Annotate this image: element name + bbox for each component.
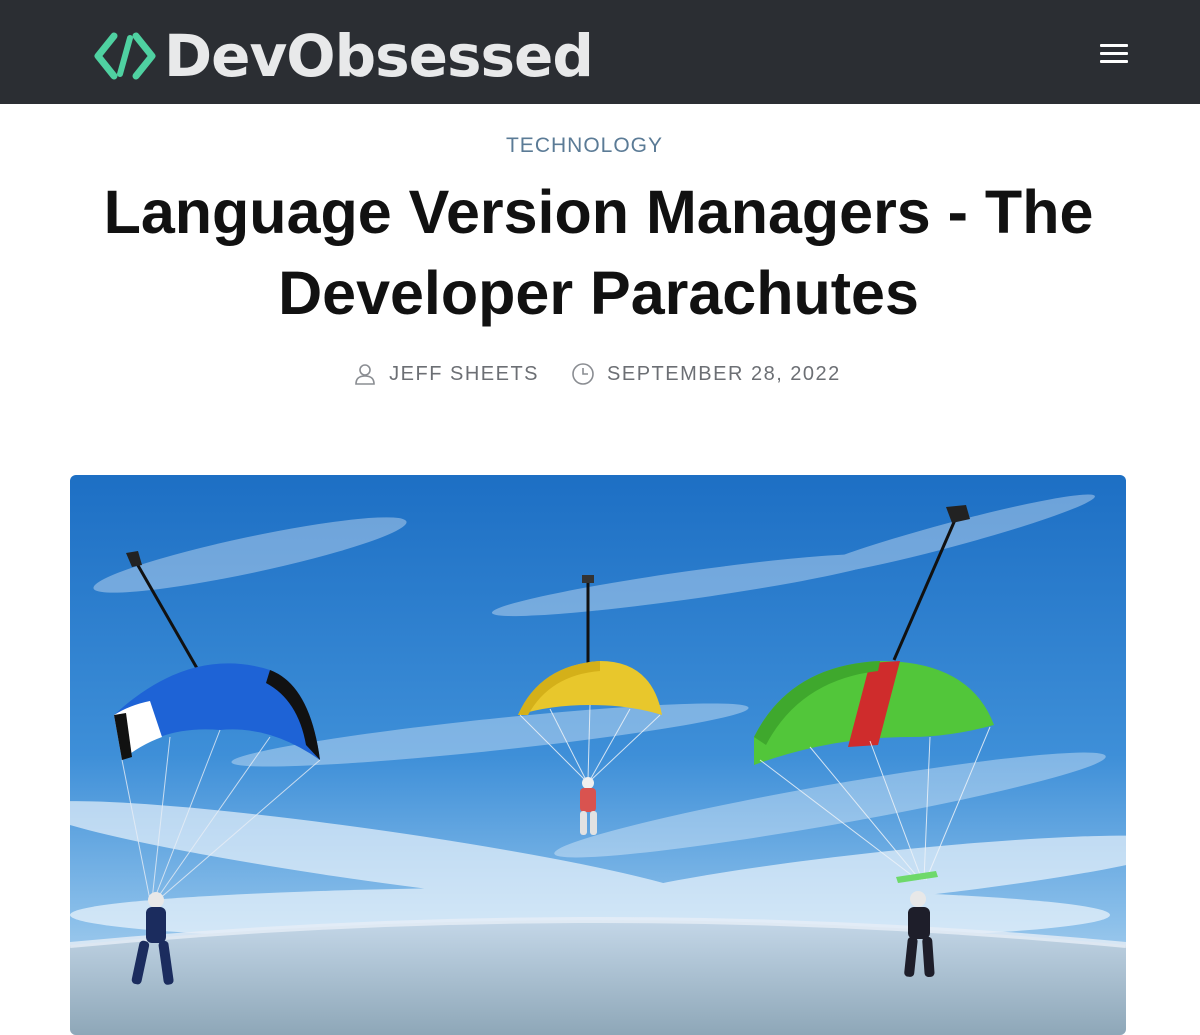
author-name[interactable]: JEFF SHEETS — [389, 363, 539, 386]
site-header: DevObsessed — [0, 0, 1200, 104]
post-meta: JEFF SHEETS SEPTEMBER 28, 2022 — [0, 362, 1194, 386]
parachutes-illustration — [70, 475, 1126, 1035]
post-date: SEPTEMBER 28, 2022 — [607, 362, 841, 385]
site-name: DevObsessed — [164, 22, 594, 90]
hamburger-menu-icon — [1100, 44, 1128, 47]
clock-icon — [572, 363, 594, 385]
date-meta: SEPTEMBER 28, 2022 — [571, 362, 841, 386]
site-logo[interactable]: DevObsessed — [92, 22, 594, 90]
menu-button[interactable] — [1094, 38, 1134, 70]
author-meta: JEFF SHEETS — [353, 362, 539, 386]
category-link[interactable]: TECHNOLOGY — [0, 134, 1169, 158]
page-title: Language Version Managers - The Develope… — [103, 178, 1094, 327]
user-icon — [355, 364, 375, 385]
code-brackets-icon — [94, 32, 156, 80]
hero-image — [70, 475, 1126, 1035]
